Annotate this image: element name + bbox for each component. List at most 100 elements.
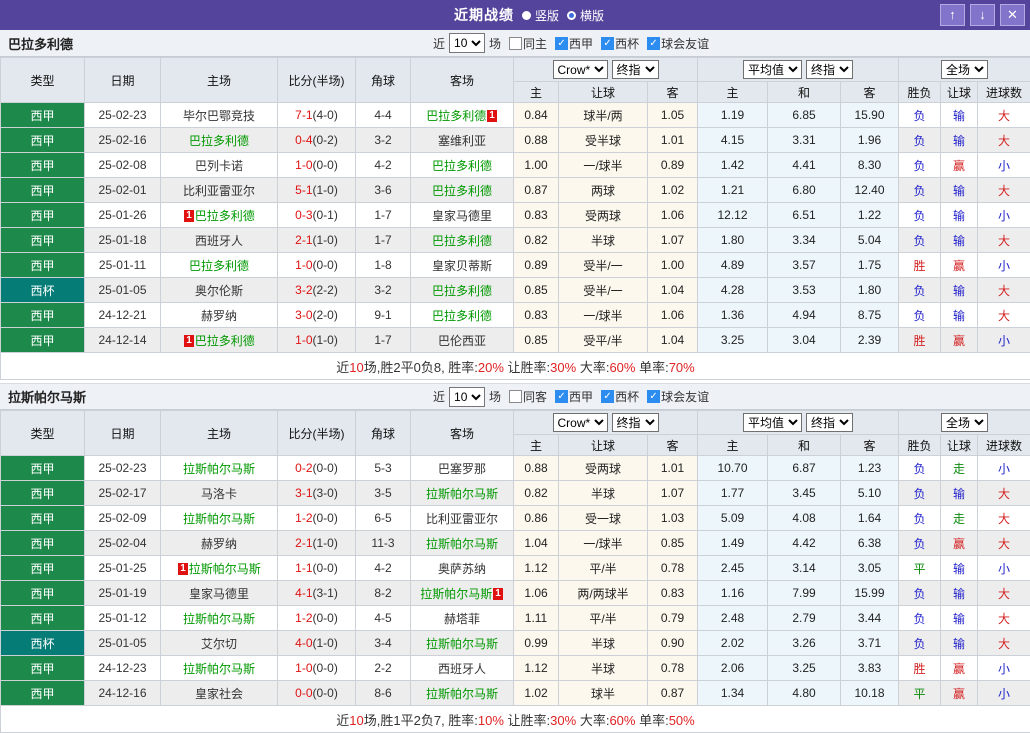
col-odds-away: 客	[648, 82, 698, 103]
match-row: 西甲24-12-21赫罗纳3-0(2-0)9-1巴拉多利德0.83一/球半1.0…	[1, 303, 1030, 328]
view-option-horizontal[interactable]: 横版	[567, 7, 604, 24]
league-liga-checkbox[interactable]	[555, 37, 568, 50]
avg-draw-cell: 3.04	[768, 328, 841, 353]
summary-segment: 大率:	[576, 713, 609, 728]
avg-home-cell: 10.70	[698, 456, 768, 481]
avg-home-cell: 4.89	[698, 253, 768, 278]
corner-cell: 4-4	[356, 103, 411, 128]
average-stage-select[interactable]: 终指	[806, 60, 853, 79]
date-cell: 25-02-04	[85, 531, 161, 556]
home-team-name: 巴列卡诺	[195, 159, 243, 173]
match-row: 西甲25-02-23拉斯帕尔马斯0-2(0-0)5-3巴塞罗那0.88受两球1.…	[1, 456, 1030, 481]
same-venue-checkbox[interactable]	[509, 37, 522, 50]
league-cup-checkbox[interactable]	[601, 37, 614, 50]
odds-stage-select[interactable]: 终指	[612, 413, 659, 432]
away-team-name: 巴拉多利德	[432, 234, 492, 248]
fulltime-score: 5-1	[295, 183, 312, 197]
halftime-score: (4-0)	[313, 108, 338, 122]
corner-cell: 5-3	[356, 456, 411, 481]
halftime-score: (1-0)	[313, 536, 338, 550]
home-team-name: 巴拉多利德	[195, 209, 255, 223]
halftime-score: (0-0)	[313, 561, 338, 575]
radio-icon[interactable]	[567, 11, 576, 20]
handicap-result-cell: 走	[941, 456, 978, 481]
match-row: 西甲25-01-11巴拉多利德1-0(0-0)1-8皇家贝蒂斯0.89受半/一1…	[1, 253, 1030, 278]
home-odds-cell: 0.87	[514, 178, 559, 203]
col-date: 日期	[85, 411, 161, 456]
league-friendly-label: 球会友谊	[661, 35, 709, 52]
corner-cell: 3-2	[356, 128, 411, 153]
recent-count-select[interactable]: 10	[449, 33, 485, 53]
scroll-down-button[interactable]: ↓	[970, 4, 995, 26]
match-row: 西甲25-01-12拉斯帕尔马斯1-2(0-0)4-5赫塔菲1.11平/半0.7…	[1, 606, 1030, 631]
scroll-up-button[interactable]: ↑	[940, 4, 965, 26]
home-team-cell: 赫罗纳	[161, 303, 278, 328]
bookmaker-select[interactable]: Crow*	[553, 60, 608, 79]
avg-away-cell: 1.23	[841, 456, 899, 481]
close-button[interactable]: ✕	[1000, 4, 1025, 26]
summary-segment: 10%	[478, 713, 504, 728]
home-odds-cell: 0.86	[514, 506, 559, 531]
handicap-result-cell: 赢	[941, 531, 978, 556]
home-team-cell: 1巴拉多利德	[161, 328, 278, 353]
league-friendly-label: 球会友谊	[661, 388, 709, 405]
average-select[interactable]: 平均值	[743, 413, 802, 432]
away-team-name: 塞维利亚	[438, 134, 486, 148]
close-icon: ✕	[1007, 7, 1018, 22]
wdl-result-cell: 胜	[899, 328, 941, 353]
home-team-name: 毕尔巴鄂竞技	[183, 109, 255, 123]
titlebar-buttons: ↑ ↓ ✕	[940, 4, 1025, 26]
view-option-vertical[interactable]: 竖版	[522, 7, 559, 24]
league-friendly-checkbox[interactable]	[647, 37, 660, 50]
date-cell: 25-01-05	[85, 631, 161, 656]
wdl-result-cell: 负	[899, 506, 941, 531]
league-type-cell: 西杯	[1, 278, 85, 303]
handicap-cell: 受两球	[559, 456, 648, 481]
same-venue-label: 同主	[523, 35, 547, 52]
league-friendly-checkbox[interactable]	[647, 390, 660, 403]
avg-draw-cell: 3.25	[768, 656, 841, 681]
fulltime-score: 3-2	[295, 283, 312, 297]
match-scope-select[interactable]: 全场	[941, 60, 988, 79]
match-scope-select[interactable]: 全场	[941, 413, 988, 432]
match-row: 西甲24-12-23拉斯帕尔马斯1-0(0-0)2-2西班牙人1.12半球0.7…	[1, 656, 1030, 681]
avg-home-cell: 3.25	[698, 328, 768, 353]
bookmaker-select[interactable]: Crow*	[553, 413, 608, 432]
col-odds-away: 客	[648, 435, 698, 456]
match-row: 西甲24-12-141巴拉多利德1-0(1-0)1-7巴伦西亚0.85受平/半1…	[1, 328, 1030, 353]
average-select[interactable]: 平均值	[743, 60, 802, 79]
away-team-name: 巴拉多利德	[432, 184, 492, 198]
home-team-cell: 西班牙人	[161, 228, 278, 253]
odds-stage-select[interactable]: 终指	[612, 60, 659, 79]
away-odds-cell: 0.90	[648, 631, 698, 656]
match-row: 西杯25-01-05奥尔伦斯3-2(2-2)3-2巴拉多利德0.85受半/一1.…	[1, 278, 1030, 303]
league-liga-checkbox[interactable]	[555, 390, 568, 403]
away-odds-cell: 1.04	[648, 328, 698, 353]
odds-group-header: Crow*终指	[514, 411, 698, 435]
score-cell: 1-0(0-0)	[278, 253, 356, 278]
home-odds-cell: 0.84	[514, 103, 559, 128]
score-cell: 5-1(1-0)	[278, 178, 356, 203]
home-team-name: 赫罗纳	[201, 537, 237, 551]
halftime-score: (1-0)	[313, 333, 338, 347]
col-goals: 进球数	[978, 82, 1030, 103]
avg-away-cell: 8.30	[841, 153, 899, 178]
col-type: 类型	[1, 58, 85, 103]
handicap-result-cell: 输	[941, 178, 978, 203]
away-team-cell: 西班牙人	[411, 656, 514, 681]
average-stage-select[interactable]: 终指	[806, 413, 853, 432]
league-cup-checkbox[interactable]	[601, 390, 614, 403]
avg-away-cell: 15.90	[841, 103, 899, 128]
away-team-cell: 拉斯帕尔马斯	[411, 481, 514, 506]
handicap-cell: 球半/两	[559, 103, 648, 128]
goals-result-cell: 小	[978, 328, 1030, 353]
radio-icon[interactable]	[522, 11, 531, 20]
same-venue-checkbox[interactable]	[509, 390, 522, 403]
handicap-cell: 半球	[559, 228, 648, 253]
halftime-score: (0-0)	[313, 258, 338, 272]
halftime-score: (0-0)	[313, 686, 338, 700]
summary-segment: 10	[349, 360, 363, 375]
result-group-header: 全场	[899, 58, 1030, 82]
avg-draw-cell: 4.41	[768, 153, 841, 178]
recent-count-select[interactable]: 10	[449, 387, 485, 407]
